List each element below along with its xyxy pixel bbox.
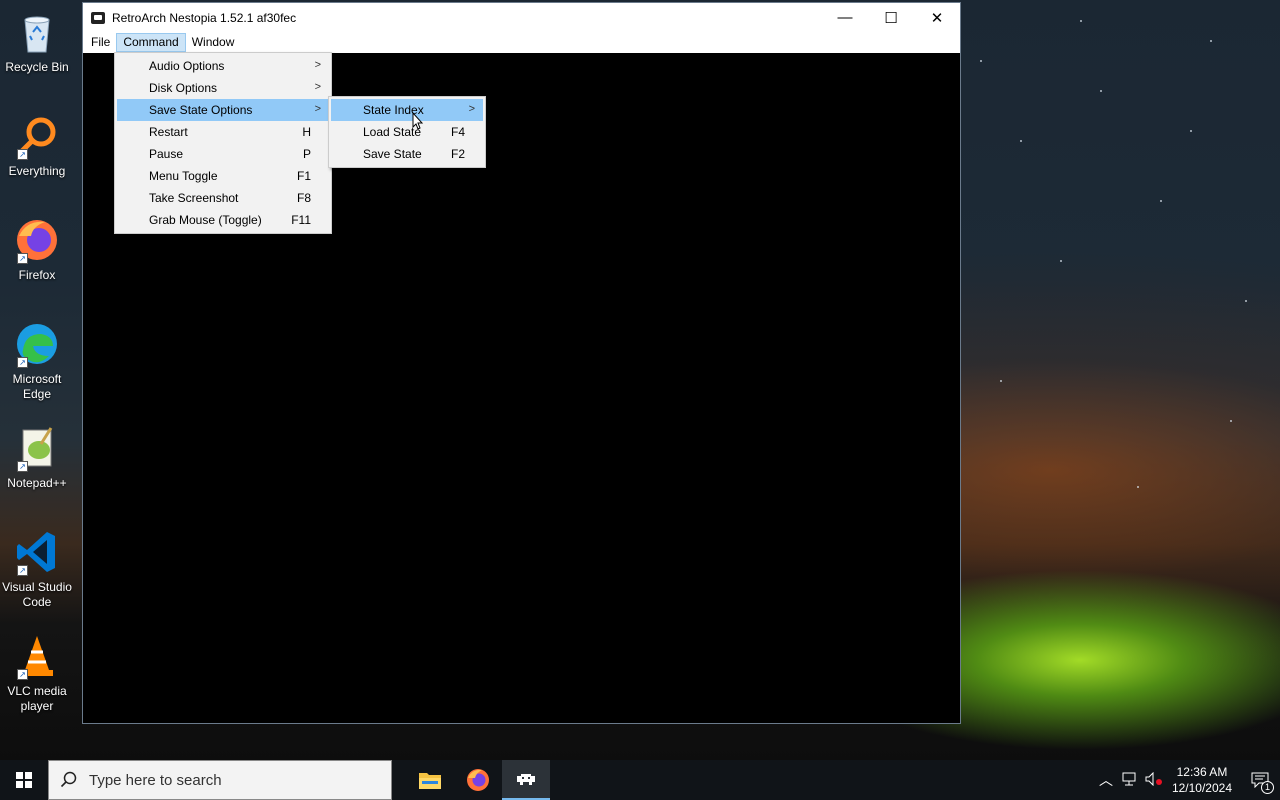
retroarch-icon: [91, 11, 105, 24]
desktop-icon-recycle-bin[interactable]: Recycle Bin: [0, 8, 74, 75]
menu-bar: File Command Window: [83, 32, 960, 53]
menu-window[interactable]: Window: [186, 33, 241, 52]
title-bar[interactable]: RetroArch Nestopia 1.52.1 af30fec — ☐ ✕: [83, 3, 960, 32]
menu-item-disk-options[interactable]: Disk Options >: [117, 77, 329, 99]
menu-item-load-state[interactable]: Load State F4: [331, 121, 483, 143]
close-button[interactable]: ✕: [914, 3, 960, 32]
menu-command[interactable]: Command: [116, 33, 186, 52]
shortcut-arrow-icon: ↗: [17, 565, 28, 576]
firefox-icon: [467, 769, 489, 791]
menu-item-restart[interactable]: Restart H: [117, 121, 329, 143]
shortcut-arrow-icon: ↗: [17, 253, 28, 264]
command-menu: Audio Options > Disk Options > Save Stat…: [114, 52, 332, 234]
menu-item-save-state[interactable]: Save State F2: [331, 143, 483, 165]
network-icon[interactable]: [1118, 772, 1142, 789]
firefox-icon: ↗: [13, 216, 61, 264]
menu-item-grab-mouse[interactable]: Grab Mouse (Toggle) F11: [117, 209, 329, 231]
menu-item-state-index[interactable]: State Index >: [331, 99, 483, 121]
start-button[interactable]: [0, 760, 48, 800]
vscode-icon: ↗: [13, 528, 61, 576]
notification-count-badge: 1: [1261, 781, 1274, 794]
mouse-cursor-icon: [412, 111, 424, 133]
volume-muted-icon[interactable]: [1142, 771, 1166, 789]
shortcut-arrow-icon: ↗: [17, 669, 28, 680]
desktop-icon-label: Recycle Bin: [5, 60, 69, 74]
taskbar-clock[interactable]: 12:36 AM 12/10/2024: [1172, 764, 1232, 796]
menu-shortcut: F8: [296, 191, 311, 205]
notepad-plus-plus-icon: ↗: [13, 424, 61, 472]
taskbar-search-box[interactable]: Type here to search: [48, 760, 392, 800]
chevron-right-icon: >: [314, 103, 321, 115]
menu-item-save-state-options[interactable]: Save State Options >: [117, 99, 329, 121]
taskbar-retroarch[interactable]: [502, 760, 550, 800]
menu-shortcut: P: [302, 147, 311, 161]
chevron-right-icon: >: [468, 103, 475, 115]
search-placeholder: Type here to search: [89, 771, 222, 789]
everything-search-icon: ↗: [13, 112, 61, 160]
desktop-icon-label: Everything: [8, 164, 66, 178]
menu-item-pause[interactable]: Pause P: [117, 143, 329, 165]
desktop-icon-everything[interactable]: ↗ Everything: [0, 112, 74, 179]
windows-logo-icon: [16, 772, 32, 788]
desktop-icon-vscode[interactable]: ↗ Visual Studio Code: [0, 528, 74, 610]
menu-item-take-screenshot[interactable]: Take Screenshot F8: [117, 187, 329, 209]
search-icon: [49, 771, 89, 789]
menu-item-audio-options[interactable]: Audio Options >: [117, 55, 329, 77]
chevron-up-icon[interactable]: ︿: [1094, 770, 1118, 790]
desktop-icon-label: Firefox: [18, 268, 56, 282]
vlc-cone-icon: ↗: [13, 632, 61, 680]
menu-shortcut: H: [302, 125, 311, 139]
taskbar: Type here to search ︿ 12:36 AM 12/10/202…: [0, 760, 1280, 800]
desktop-icon-notepad-plus-plus[interactable]: ↗ Notepad++: [0, 424, 74, 491]
shortcut-arrow-icon: ↗: [17, 357, 28, 368]
menu-file[interactable]: File: [85, 33, 116, 52]
shortcut-arrow-icon: ↗: [17, 461, 28, 472]
retroarch-icon: [517, 774, 535, 785]
desktop-icon-vlc[interactable]: ↗ VLC media player: [0, 632, 74, 714]
clock-time: 12:36 AM: [1176, 765, 1228, 779]
menu-shortcut: F4: [450, 125, 465, 139]
chevron-right-icon: >: [314, 59, 321, 71]
taskbar-file-explorer[interactable]: [406, 760, 454, 800]
desktop-icon-label: Microsoft Edge: [12, 372, 62, 401]
window-title: RetroArch Nestopia 1.52.1 af30fec: [112, 10, 297, 25]
system-tray: ︿ 12:36 AM 12/10/2024 1: [1094, 760, 1280, 800]
clock-date: 12/10/2024: [1171, 781, 1232, 795]
folder-icon: [419, 773, 441, 789]
menu-shortcut: F1: [296, 169, 311, 183]
maximize-button[interactable]: ☐: [868, 3, 914, 32]
minimize-button[interactable]: —: [822, 3, 868, 32]
notification-center-button[interactable]: 1: [1240, 760, 1280, 800]
desktop-icon-label: Visual Studio Code: [2, 580, 72, 609]
desktop-icon-microsoft-edge[interactable]: ↗ Microsoft Edge: [0, 320, 74, 402]
chevron-right-icon: >: [314, 81, 321, 93]
menu-shortcut: F2: [450, 147, 465, 161]
desktop-icon-label: Notepad++: [7, 476, 67, 490]
recycle-bin-icon: [13, 8, 61, 56]
edge-icon: ↗: [13, 320, 61, 368]
desktop-icon-firefox[interactable]: ↗ Firefox: [0, 216, 74, 283]
menu-shortcut: F11: [291, 213, 311, 227]
menu-item-menu-toggle[interactable]: Menu Toggle F1: [117, 165, 329, 187]
save-state-submenu: State Index > Load State F4 Save State F…: [328, 96, 486, 168]
shortcut-arrow-icon: ↗: [17, 149, 28, 160]
desktop-icon-label: VLC media player: [7, 684, 67, 713]
taskbar-firefox[interactable]: [454, 760, 502, 800]
